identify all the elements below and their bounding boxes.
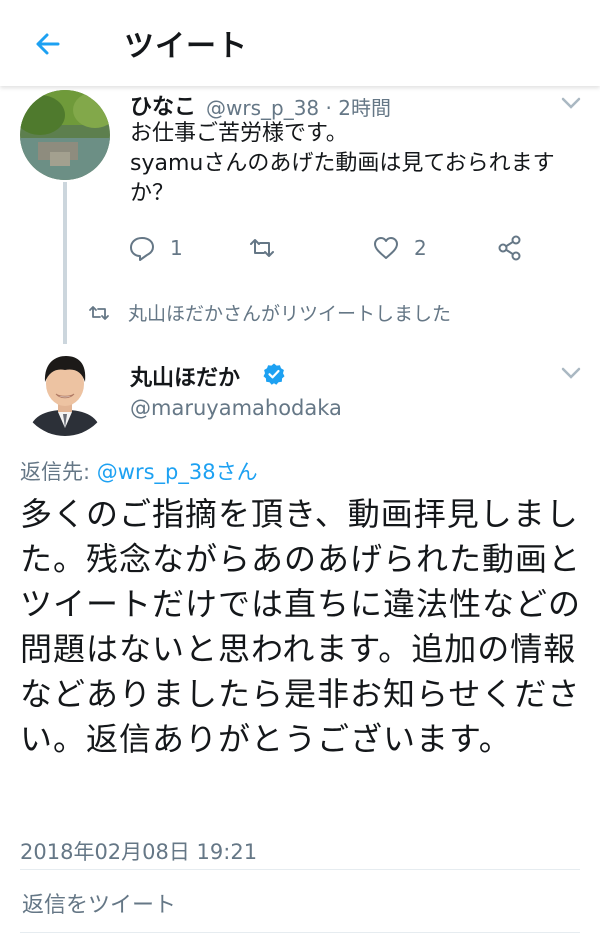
- reply-to-line: 返信先: @wrs_p_38さん: [20, 456, 258, 486]
- retweet-small-icon: [89, 306, 109, 320]
- page-title: ツイート: [124, 29, 248, 64]
- tweet-text: 多くのご指摘を頂き、動画拝見しました。残念ながらあのあげられた動画とツイートだけ…: [20, 495, 582, 758]
- verified-badge-icon: [263, 363, 285, 385]
- app-header: ツイート: [0, 0, 600, 86]
- like-heart-icon[interactable]: [372, 234, 400, 262]
- reply-count: 1: [170, 236, 183, 260]
- back-arrow-icon[interactable]: [28, 24, 68, 64]
- reply-tweet-button[interactable]: 返信をツイート: [22, 887, 176, 919]
- avatar-photo: [20, 90, 110, 180]
- reply-to-mention-link[interactable]: @wrs_p_38さん: [97, 460, 258, 484]
- avatar[interactable]: [20, 346, 110, 436]
- retweet-notice[interactable]: 丸山ほだかさんがリツイートしました: [128, 299, 451, 326]
- user-name[interactable]: ひなこ: [130, 89, 196, 121]
- user-handle-time: @wrs_p_38 · 2時間: [206, 96, 391, 120]
- like-count: 2: [414, 236, 427, 260]
- avatar[interactable]: [20, 90, 110, 180]
- divider: [20, 869, 580, 870]
- reply-to-label: 返信先:: [20, 460, 97, 484]
- reply-icon[interactable]: [128, 234, 156, 262]
- user-handle: @maruyamahodaka: [130, 396, 342, 420]
- tweet-text: お仕事ご苦労様です。 syamuさんのあげた動画は見ておられますか？: [130, 121, 555, 206]
- user-name[interactable]: 丸山ほだか: [130, 360, 240, 392]
- chevron-down-icon[interactable]: [560, 366, 582, 380]
- avatar-photo: [20, 346, 110, 436]
- divider: [20, 932, 580, 933]
- thread-line: [63, 182, 67, 344]
- share-icon[interactable]: [496, 234, 524, 262]
- timestamp: 2018年02月08日 19:21: [20, 840, 258, 864]
- retweet-icon[interactable]: [248, 234, 276, 262]
- chevron-down-icon[interactable]: [560, 96, 582, 110]
